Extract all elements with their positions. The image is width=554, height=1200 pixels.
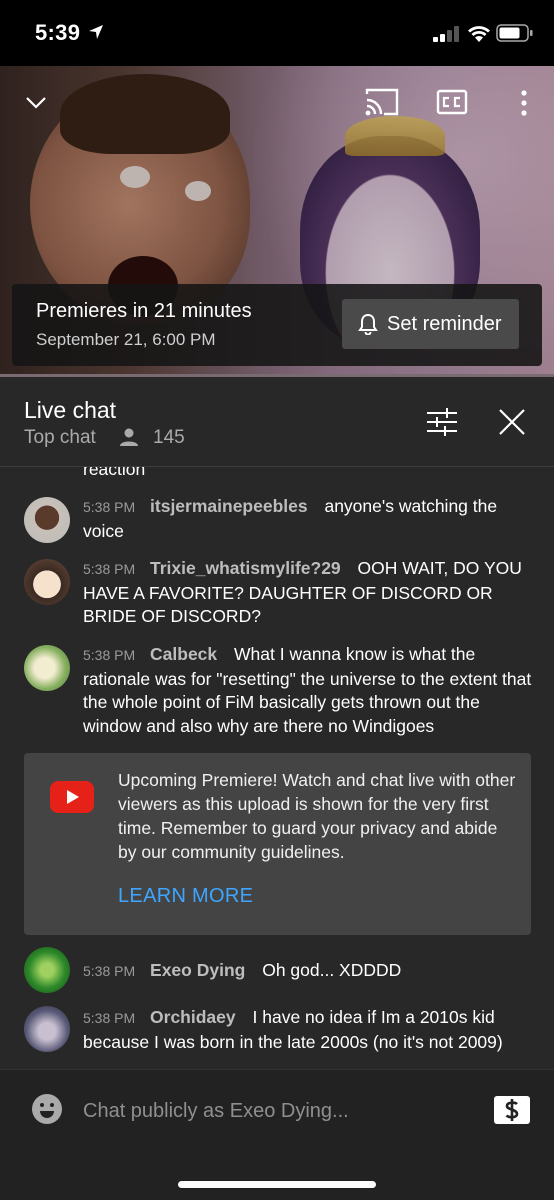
learn-more-link[interactable]: LEARN MORE <box>118 885 253 908</box>
message-body: 5:38 PM Orchidaey I have no idea if Im a… <box>83 1006 533 1054</box>
set-reminder-label: Set reminder <box>387 313 502 335</box>
chat-input-bar <box>0 1069 554 1200</box>
premiere-date: September 21, 6:00 PM <box>36 330 216 349</box>
chat-input[interactable] <box>83 1097 463 1125</box>
message-author[interactable]: Exeo Dying <box>150 960 245 980</box>
notice-text: Upcoming Premiere! Watch and chat live w… <box>118 770 516 862</box>
message-author[interactable]: Trixie_whatismylife?29 <box>150 558 341 578</box>
cast-icon[interactable] <box>364 86 400 118</box>
avatar[interactable] <box>24 559 70 605</box>
person-icon <box>120 428 138 446</box>
premiere-notice: Upcoming Premiere! Watch and chat live w… <box>24 753 531 935</box>
home-indicator <box>178 1181 376 1188</box>
message-author[interactable]: itsjermainepeebles <box>150 496 308 516</box>
message-text: Oh god... XDDDD <box>262 960 402 980</box>
set-reminder-button[interactable]: Set reminder <box>342 299 519 349</box>
status-time: 5:39 <box>35 20 81 45</box>
location-arrow-icon <box>89 25 103 39</box>
super-chat-dollar-icon[interactable] <box>494 1096 530 1124</box>
chevron-down-icon[interactable] <box>22 88 50 116</box>
premiere-banner: Premieres in 21 minutes September 21, 6:… <box>12 284 542 366</box>
more-vertical-icon[interactable] <box>512 88 536 118</box>
avatar[interactable] <box>24 1006 70 1052</box>
message-author[interactable]: Orchidaey <box>150 1007 236 1027</box>
avatar[interactable] <box>24 947 70 993</box>
message-time: 5:38 PM <box>83 647 136 663</box>
viewer-count: 145 <box>153 427 185 448</box>
message-body: 5:38 PM Trixie_whatismylife?29 OOH WAIT,… <box>83 557 533 629</box>
message-author[interactable]: Calbeck <box>150 644 217 664</box>
message-body: 5:38 PM itsjermainepeebles anyone's watc… <box>83 495 533 543</box>
chat-messages[interactable]: reaction 5:38 PM itsjermainepeebles anyo… <box>0 467 554 1069</box>
message-time: 5:38 PM <box>83 499 136 515</box>
message-body: 5:38 PM Calbeck What I wanna know is wha… <box>83 643 533 738</box>
status-bar: 5:39 <box>0 0 554 66</box>
chat-mode-selector[interactable]: Top chat <box>24 427 96 449</box>
emoji-icon[interactable] <box>31 1093 63 1125</box>
message-text: I have no idea if Im a 2010s kid because… <box>83 1007 503 1052</box>
avatar[interactable] <box>24 497 70 543</box>
filter-settings-icon[interactable] <box>425 407 459 437</box>
close-icon[interactable] <box>498 408 526 436</box>
message-body: 5:38 PM Exeo Dying Oh god... XDDDD <box>83 959 533 984</box>
battery-icon <box>496 24 533 42</box>
message-time: 5:38 PM <box>83 963 136 979</box>
message-time: 5:38 PM <box>83 1010 136 1026</box>
cellular-signal-icon <box>433 26 459 42</box>
youtube-logo-icon <box>50 781 94 813</box>
chat-header: Live chat Top chat 145 <box>0 377 554 467</box>
video-player[interactable]: Premieres in 21 minutes September 21, 6:… <box>0 66 554 376</box>
avatar[interactable] <box>24 645 70 691</box>
message-time: 5:38 PM <box>83 561 136 577</box>
message-partial-text: reaction <box>83 467 146 479</box>
wifi-icon <box>468 26 490 42</box>
chat-title: Live chat <box>24 397 117 423</box>
closed-captions-icon[interactable] <box>436 88 468 116</box>
bell-icon <box>358 313 378 335</box>
premiere-title: Premieres in 21 minutes <box>36 300 252 322</box>
